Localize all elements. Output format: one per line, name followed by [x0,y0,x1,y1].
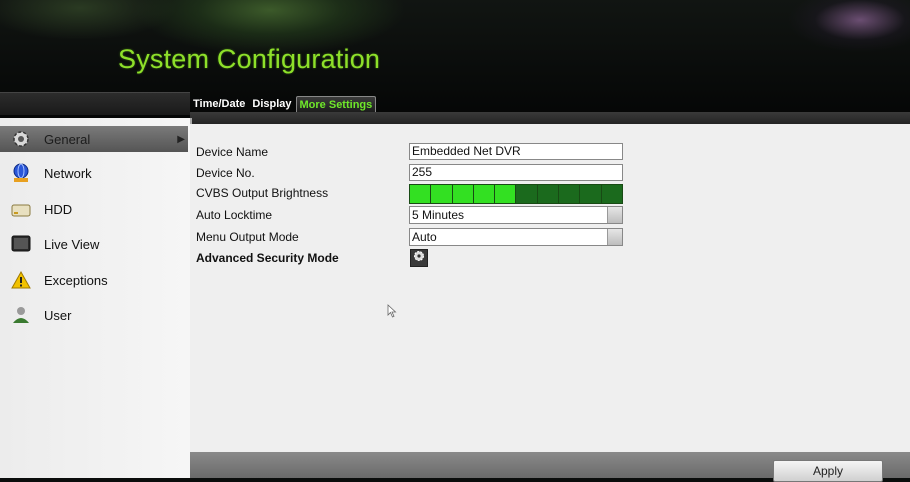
device-name-label: Device Name [196,145,269,159]
mouse-cursor-icon [387,304,397,323]
warning-icon [8,269,34,291]
page-title: System Configuration [118,44,381,74]
brightness-segment [410,185,431,203]
sidebar-item-label: User [44,307,72,323]
advanced-security-settings-button[interactable] [410,249,428,267]
sidebar-top-strip [0,92,190,115]
tab-display[interactable]: Display [249,96,294,112]
auto-locktime-label: Auto Locktime [196,208,273,222]
settings-gear-icon [413,249,425,267]
tab-time-date[interactable]: Time/Date [190,96,248,112]
sidebar-item-network[interactable]: Network [8,160,184,186]
brightness-segment [473,185,495,203]
dropdown-arrow-icon[interactable] [607,207,622,223]
sidebar-item-label: HDD [44,201,73,217]
brightness-segment [580,185,601,203]
sidebar-item-label: General [44,131,91,147]
sidebar-item-user[interactable]: User [8,302,184,328]
apply-button[interactable]: Apply [773,460,883,482]
sidebar-item-general[interactable]: General ▶ [0,126,188,152]
tab-bar: Time/Date Display More Settings [190,94,377,114]
auto-locktime-select[interactable]: 5 Minutes [409,206,623,224]
network-globe-icon [8,162,34,184]
brightness-segment [537,185,559,203]
sidebar-item-label: Exceptions [44,272,108,288]
content-header-bar [190,112,910,124]
menu-output-mode-select[interactable]: Auto [409,228,623,246]
brightness-segment [452,185,473,203]
monitor-icon [8,233,34,255]
sidebar-item-hdd[interactable]: HDD [8,196,184,222]
sidebar-item-exceptions[interactable]: Exceptions [8,267,184,293]
brightness-segment [431,185,452,203]
sidebar: General ▶ Network HDD Live View Exceptio… [0,118,192,478]
advanced-security-mode-label: Advanced Security Mode [196,251,339,265]
brightness-segment [601,185,622,203]
cvbs-brightness-slider[interactable] [409,184,623,204]
sidebar-item-live-view[interactable]: Live View [8,231,184,257]
device-no-field[interactable]: 255 [409,164,623,181]
dropdown-arrow-icon[interactable] [607,229,622,245]
device-no-label: Device No. [196,166,255,180]
brightness-segment [559,185,580,203]
sidebar-item-label: Network [44,165,92,181]
chevron-right-icon: ▶ [177,133,185,145]
hdd-icon [8,198,34,220]
sidebar-item-label: Live View [44,236,100,252]
cvbs-brightness-label: CVBS Output Brightness [196,186,329,200]
device-name-field[interactable]: Embedded Net DVR [409,143,623,160]
brightness-segment [516,185,537,203]
menu-output-mode-label: Menu Output Mode [196,230,299,244]
brightness-segment [495,185,516,203]
auto-locktime-value: 5 Minutes [412,208,465,222]
user-icon [8,304,34,326]
gear-icon [8,128,34,150]
tab-more-settings[interactable]: More Settings [295,95,377,113]
menu-output-mode-value: Auto [412,230,437,244]
